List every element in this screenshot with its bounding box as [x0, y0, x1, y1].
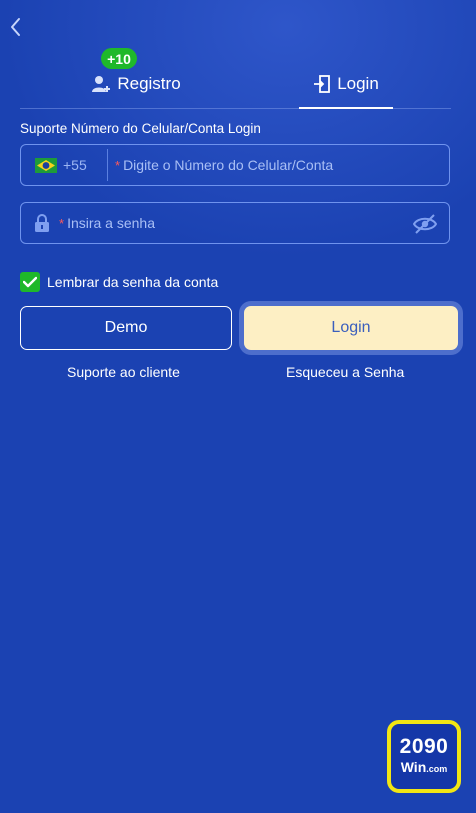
user-add-icon — [92, 76, 111, 92]
password-field[interactable]: * Insira a senha — [20, 202, 450, 244]
door-enter-icon — [314, 75, 331, 93]
back-button[interactable] — [6, 14, 28, 40]
tab-register[interactable]: Registro — [76, 60, 196, 108]
login-button[interactable]: Login — [244, 306, 458, 350]
remember-label: Lembrar da senha da conta — [47, 274, 219, 290]
eye-off-icon[interactable] — [413, 213, 437, 235]
required-mark: * — [115, 157, 121, 173]
country-code[interactable]: +55 — [63, 157, 103, 173]
logo-word: Win — [400, 759, 427, 775]
auth-tabs: Registro Login — [20, 60, 451, 109]
demo-button[interactable]: Demo — [20, 306, 232, 350]
remember-checkbox[interactable] — [20, 272, 40, 292]
remember-password-option[interactable]: Lembrar da senha da conta — [20, 272, 218, 292]
login-section-label: Suporte Número do Celular/Conta Login — [20, 121, 261, 136]
phone-placeholder: Digite o Número do Celular/Conta — [123, 157, 334, 173]
brand-logo: 2090 Win.com — [387, 720, 461, 793]
phone-field[interactable]: +55 * Digite o Número do Celular/Conta — [20, 144, 450, 186]
logo-suffix: .com — [426, 764, 448, 774]
chevron-left-icon — [11, 18, 20, 36]
forgot-password-link[interactable]: Esqueceu a Senha — [286, 364, 404, 380]
logo-text: Win.com — [401, 759, 448, 777]
lock-icon — [35, 214, 49, 232]
brazil-flag-icon — [35, 157, 57, 173]
tab-register-label: Registro — [117, 74, 181, 93]
active-tab-indicator — [299, 107, 393, 109]
phone-input[interactable]: * Digite o Número do Celular/Conta — [115, 157, 333, 173]
register-bonus-badge: +10 — [101, 48, 137, 69]
password-placeholder[interactable]: Insira a senha — [67, 215, 155, 231]
checkmark-icon — [23, 276, 37, 288]
tab-login-label: Login — [337, 74, 379, 93]
tab-login[interactable]: Login — [299, 60, 393, 109]
required-mark: * — [59, 215, 65, 231]
logo-number: 2090 — [399, 735, 449, 758]
field-divider — [107, 149, 108, 181]
customer-support-link[interactable]: Suporte ao cliente — [67, 364, 180, 380]
